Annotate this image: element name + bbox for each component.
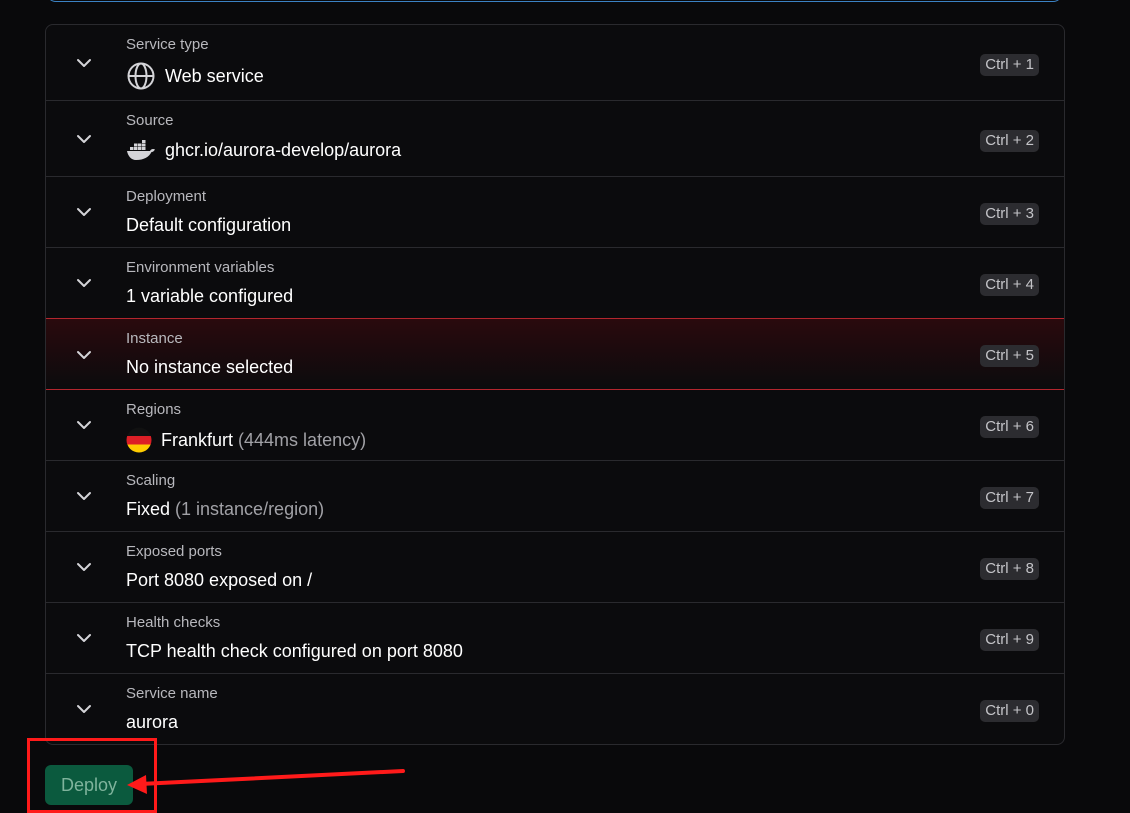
docker-icon bbox=[126, 139, 156, 161]
row-label: Environment variables bbox=[126, 259, 275, 276]
health-checks-value: TCP health check configured on port 8080 bbox=[126, 641, 463, 661]
row-source[interactable]: Source ghcr.io/aurora-develop/aurora Ctr… bbox=[46, 101, 1064, 177]
shortcut-badge: Ctrl + 0 bbox=[980, 700, 1039, 722]
row-label: Scaling bbox=[126, 472, 176, 489]
previous-section-border bbox=[46, 0, 1063, 2]
shortcut-badge: Ctrl + 6 bbox=[980, 416, 1039, 438]
region-latency: (444ms latency) bbox=[238, 429, 367, 450]
globe-icon bbox=[126, 61, 156, 91]
row-label: Health checks bbox=[126, 614, 221, 631]
row-service-name[interactable]: Service name aurora Ctrl + 0 bbox=[46, 674, 1064, 744]
chevron-down-icon[interactable] bbox=[75, 416, 93, 434]
deploy-button[interactable]: Deploy bbox=[45, 765, 133, 805]
row-exposed-ports[interactable]: Exposed ports Port 8080 exposed on / Ctr… bbox=[46, 532, 1064, 603]
chevron-down-icon[interactable] bbox=[75, 130, 93, 148]
row-service-type[interactable]: Service type Web service Ctrl + 1 bbox=[46, 25, 1064, 101]
instance-value: No instance selected bbox=[126, 357, 294, 377]
chevron-down-icon[interactable] bbox=[75, 274, 93, 292]
row-value: 1 variable configured bbox=[126, 286, 293, 307]
row-label: Service type bbox=[126, 36, 209, 53]
chevron-down-icon[interactable] bbox=[75, 346, 93, 364]
chevron-down-icon[interactable] bbox=[75, 700, 93, 718]
chevron-down-icon[interactable] bbox=[75, 487, 93, 505]
scaling-detail: (1 instance/region) bbox=[175, 499, 325, 519]
row-value: Default configuration bbox=[126, 215, 291, 236]
region-value: Frankfurt bbox=[161, 429, 234, 450]
row-regions[interactable]: Regions Frankfurt (444ms latency) Ctrl +… bbox=[46, 390, 1064, 461]
chevron-down-icon[interactable] bbox=[75, 203, 93, 221]
shortcut-badge: Ctrl + 7 bbox=[980, 487, 1039, 509]
row-scaling[interactable]: Scaling Fixed (1 instance/region) Ctrl +… bbox=[46, 461, 1064, 532]
row-value: Web service bbox=[126, 61, 264, 91]
shortcut-badge: Ctrl + 1 bbox=[980, 54, 1039, 76]
row-value: Port 8080 exposed on / bbox=[126, 570, 312, 591]
row-health-checks[interactable]: Health checks TCP health check configure… bbox=[46, 603, 1064, 674]
chevron-down-icon[interactable] bbox=[75, 558, 93, 576]
service-name-value: aurora bbox=[126, 712, 179, 732]
row-instance[interactable]: Instance No instance selected Ctrl + 5 bbox=[46, 318, 1064, 390]
row-value: Fixed (1 instance/region) bbox=[126, 499, 324, 520]
row-value: No instance selected bbox=[126, 357, 293, 378]
row-label: Service name bbox=[126, 685, 218, 702]
chevron-down-icon[interactable] bbox=[75, 54, 93, 72]
exposed-ports-value: Port 8080 exposed on / bbox=[126, 570, 313, 590]
row-label: Exposed ports bbox=[126, 543, 222, 560]
scaling-value: Fixed bbox=[126, 499, 171, 519]
shortcut-badge: Ctrl + 8 bbox=[980, 558, 1039, 580]
source-value: ghcr.io/aurora-develop/aurora bbox=[165, 139, 402, 160]
row-label: Instance bbox=[126, 330, 183, 347]
shortcut-badge: Ctrl + 4 bbox=[980, 274, 1039, 296]
row-deployment[interactable]: Deployment Default configuration Ctrl + … bbox=[46, 177, 1064, 248]
service-type-value: Web service bbox=[165, 65, 264, 86]
row-label: Source bbox=[126, 112, 174, 129]
shortcut-badge: Ctrl + 5 bbox=[980, 345, 1039, 367]
chevron-down-icon[interactable] bbox=[75, 629, 93, 647]
row-environment-variables[interactable]: Environment variables 1 variable configu… bbox=[46, 248, 1064, 319]
row-value: TCP health check configured on port 8080 bbox=[126, 641, 463, 662]
shortcut-badge: Ctrl + 3 bbox=[980, 203, 1039, 225]
row-label: Deployment bbox=[126, 188, 207, 205]
row-label: Regions bbox=[126, 401, 182, 418]
service-config-panel: Service type Web service Ctrl + 1 Source bbox=[45, 24, 1065, 745]
environment-variables-value: 1 variable configured bbox=[126, 286, 294, 306]
row-value: aurora bbox=[126, 712, 178, 733]
deployment-value: Default configuration bbox=[126, 215, 292, 235]
germany-flag-icon bbox=[126, 427, 152, 453]
row-value: ghcr.io/aurora-develop/aurora bbox=[126, 139, 401, 161]
row-value: Frankfurt (444ms latency) bbox=[126, 427, 366, 453]
shortcut-badge: Ctrl + 2 bbox=[980, 130, 1039, 152]
shortcut-badge: Ctrl + 9 bbox=[980, 629, 1039, 651]
